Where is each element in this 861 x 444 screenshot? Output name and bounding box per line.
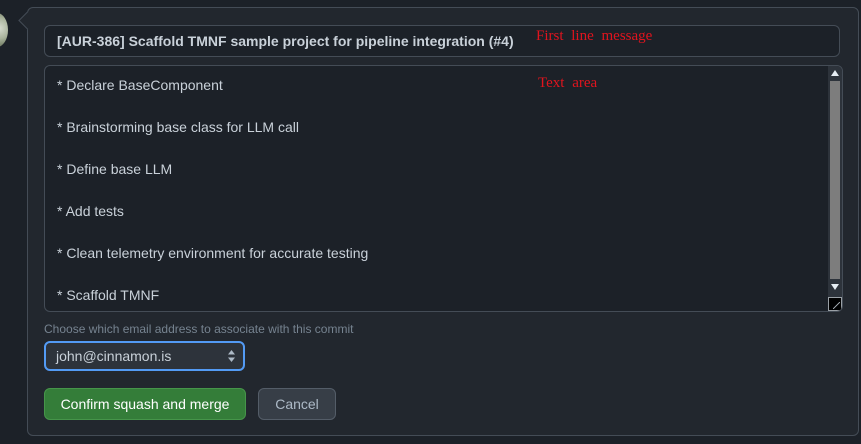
resize-handle[interactable] — [828, 297, 842, 311]
commit-body-lines: * Declare BaseComponent * Brainstorming … — [57, 76, 369, 311]
commit-title-input[interactable] — [44, 25, 840, 57]
commit-body-line: * Define base LLM — [57, 161, 173, 177]
scroll-thumb[interactable] — [830, 81, 840, 279]
commit-body-line: * Declare BaseComponent — [57, 77, 223, 93]
email-select[interactable]: john@cinnamon.is — [44, 341, 245, 371]
email-select-label: Choose which email address to associate … — [44, 322, 354, 336]
commit-body-line: * Scaffold TMNF — [57, 287, 160, 303]
scroll-up-arrow-icon[interactable] — [828, 66, 842, 80]
avatar — [0, 13, 8, 47]
cancel-button[interactable]: Cancel — [258, 388, 336, 420]
textarea-scrollbar[interactable] — [828, 66, 842, 311]
confirm-squash-merge-button[interactable]: Confirm squash and merge — [44, 388, 246, 420]
email-select-value: john@cinnamon.is — [56, 348, 172, 364]
commit-body-line: * Brainstorming base class for LLM call — [57, 119, 299, 135]
commit-body-line: * Add tests — [57, 203, 124, 219]
commit-body-line: * Clean telemetry environment for accura… — [57, 245, 369, 261]
scroll-down-arrow-icon[interactable] — [828, 280, 842, 294]
select-chevron-icon — [228, 350, 235, 362]
commit-body-textarea[interactable]: * Declare BaseComponent * Brainstorming … — [44, 65, 843, 312]
